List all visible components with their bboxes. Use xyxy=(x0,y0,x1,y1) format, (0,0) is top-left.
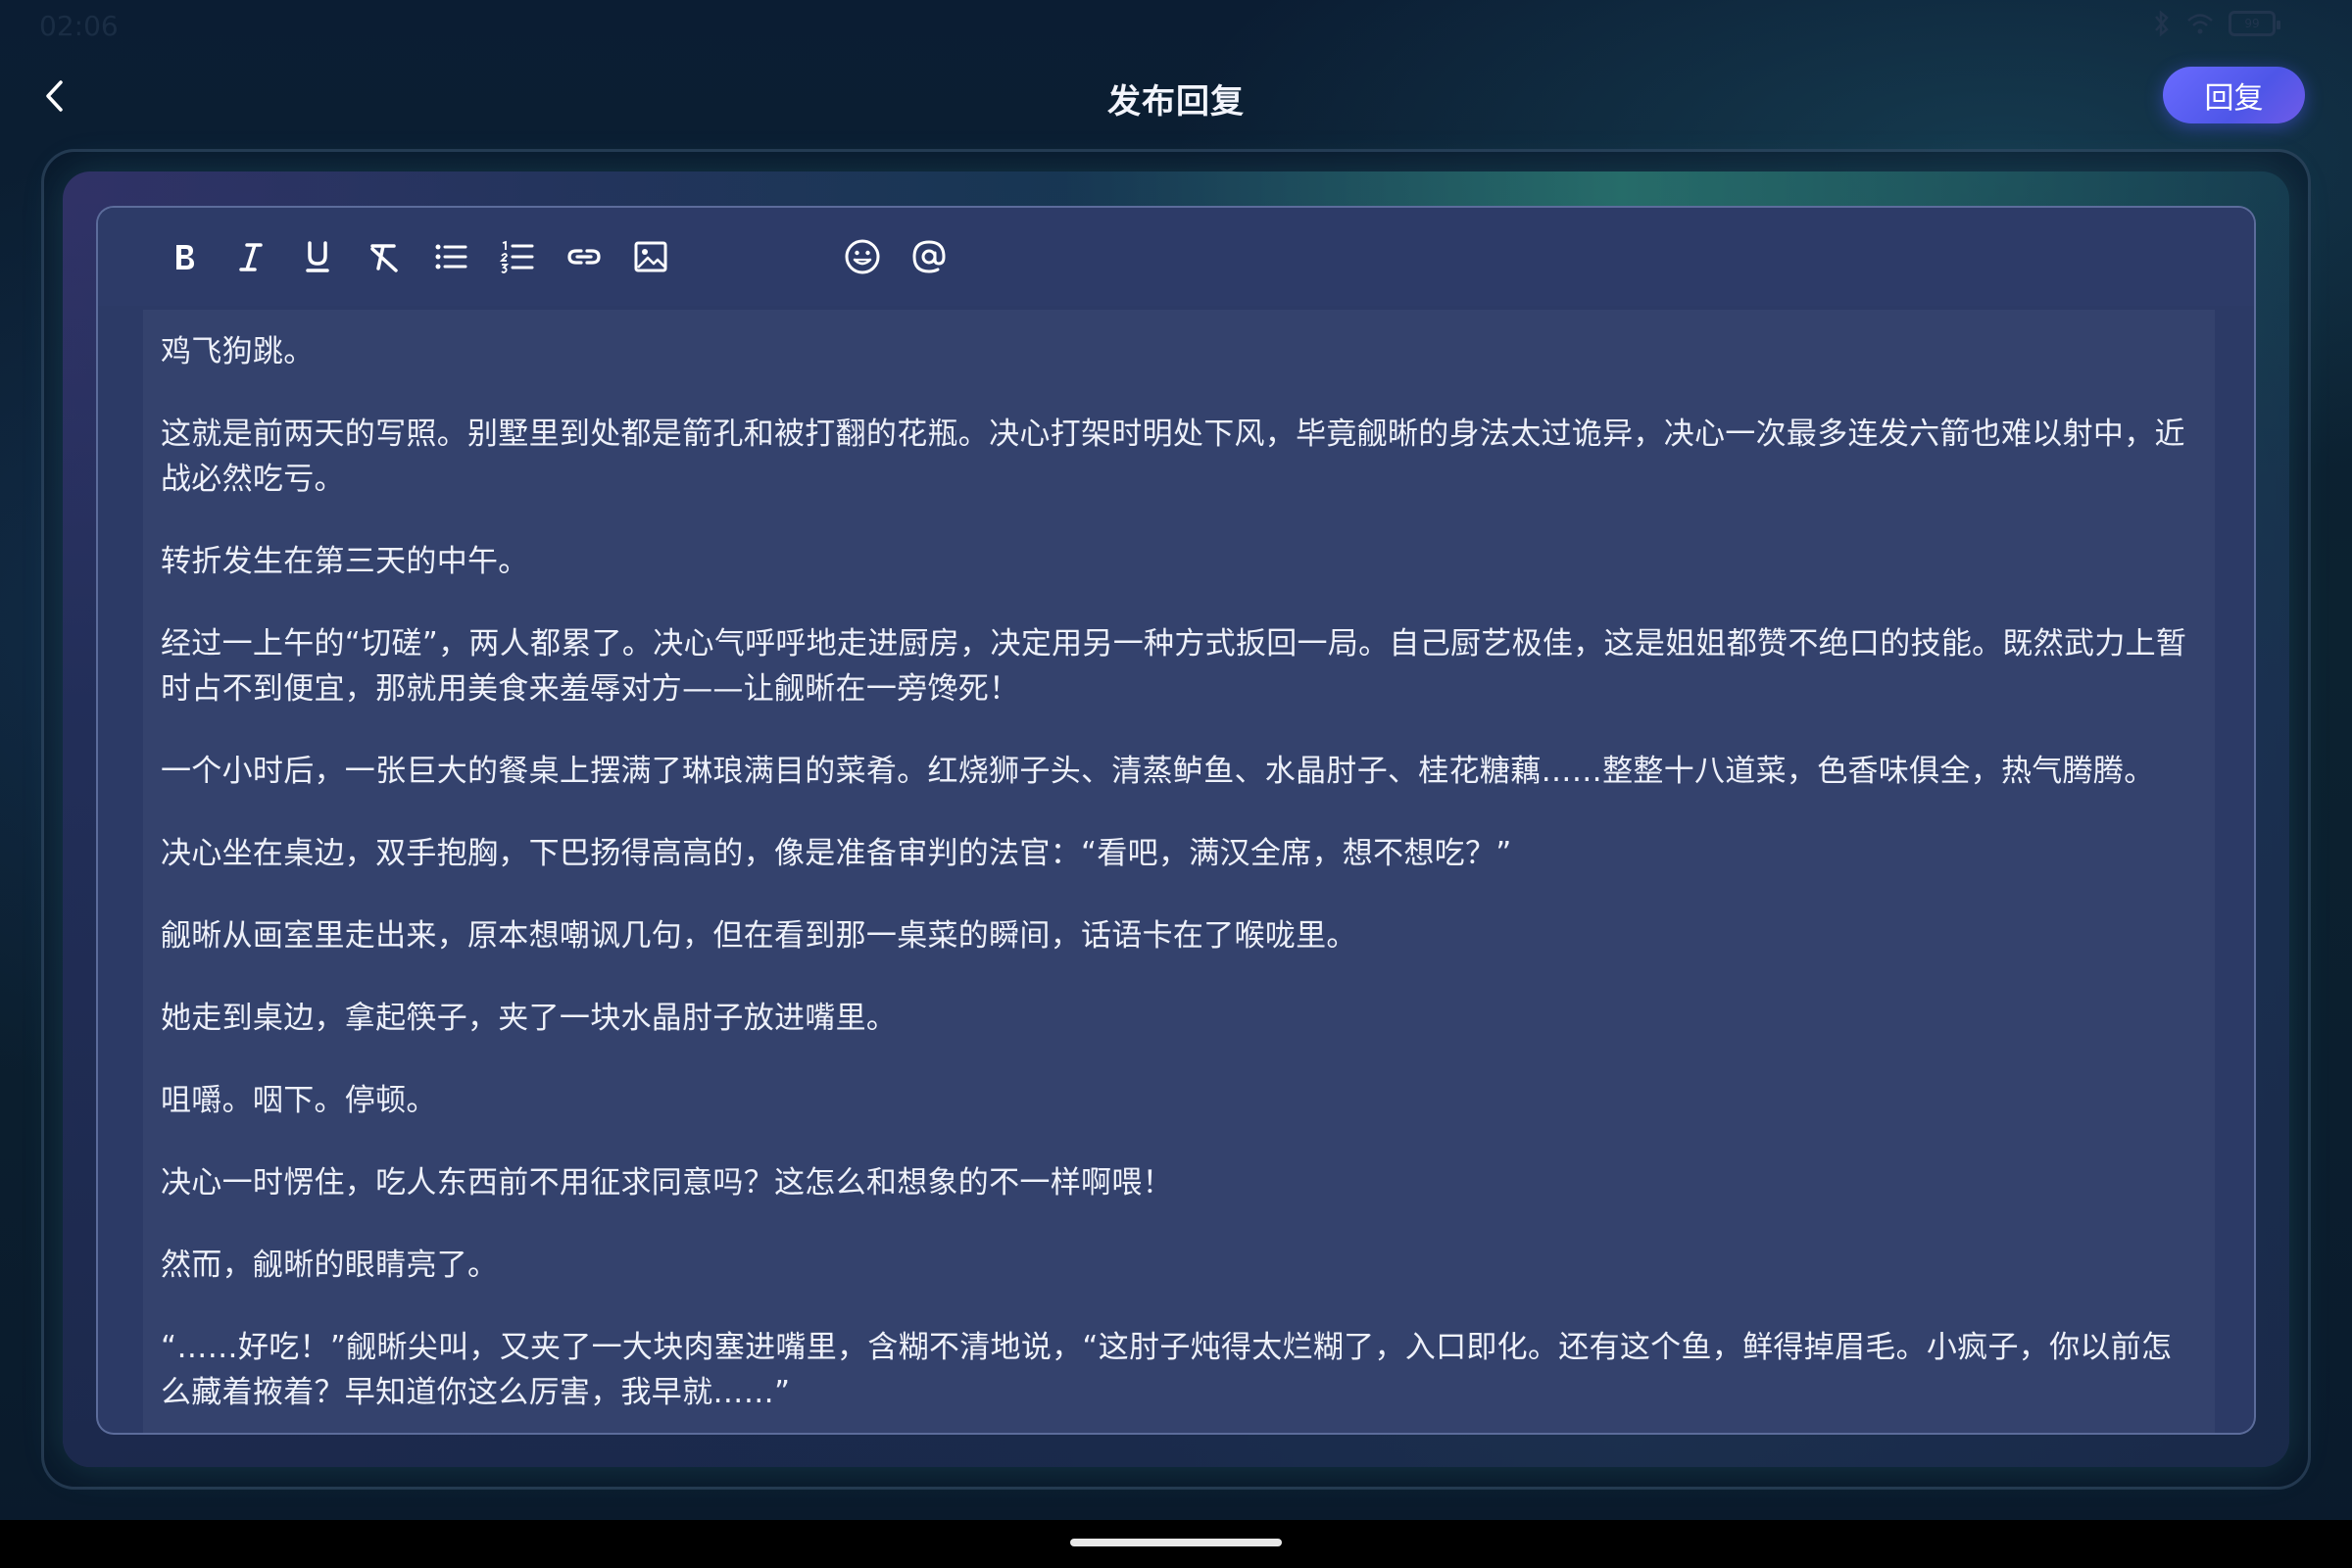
ordered-list-icon xyxy=(499,240,534,273)
status-time: 02:06 xyxy=(39,10,119,42)
bold-button[interactable] xyxy=(161,233,208,280)
content-paragraph: 鸡飞狗跳。 xyxy=(161,334,315,369)
battery-icon: 99 xyxy=(2229,11,2280,36)
editor-content[interactable]: 鸡飞狗跳。 这就是前两天的写照。别墅里到处都是箭孔和被打翻的花瓶。决心打架时明处… xyxy=(143,310,2215,1433)
reply-button[interactable]: 回复 xyxy=(2163,67,2305,123)
underline-button[interactable] xyxy=(294,233,341,280)
status-icons: 99 xyxy=(2152,10,2280,37)
image-button[interactable] xyxy=(627,233,674,280)
mention-button[interactable] xyxy=(906,233,953,280)
status-bar: 02:06 99 xyxy=(0,0,2352,49)
underline-icon xyxy=(306,241,329,272)
content-paragraph: 转折发生在第三天的中午。 xyxy=(161,544,529,579)
clear-format-icon xyxy=(370,244,398,272)
italic-button[interactable] xyxy=(227,233,274,280)
content-paragraph: 决心一时愣住，吃人东西前不用征求同意吗？这怎么和想象的不一样啊喂！ xyxy=(161,1165,1173,1200)
emoji-button[interactable] xyxy=(839,233,886,280)
emoji-icon xyxy=(845,239,880,274)
mention-icon xyxy=(912,240,946,273)
content-paragraph: 决心坐在桌边，双手抱胸，下巴扬得高高的，像是准备审判的法官：“看吧，满汉全席，想… xyxy=(161,836,1512,871)
content-paragraph: 觎晰从画室里走出来，原本想嘲讽几句，但在看到那一桌菜的瞬间，话语卡在了喉咙里。 xyxy=(161,918,1357,954)
content-paragraph: 一个小时后，一张巨大的餐桌上摆满了琳琅满目的菜肴。红烧狮子头、清蒸鲈鱼、水晶肘子… xyxy=(161,754,2155,789)
bullet-list-button[interactable] xyxy=(427,233,474,280)
clear-format-button[interactable] xyxy=(361,233,408,280)
bullet-list-icon xyxy=(435,244,467,270)
link-button[interactable] xyxy=(561,233,608,280)
editor-toolbar xyxy=(98,208,2254,306)
rich-text-editor: 鸡飞狗跳。 这就是前两天的写照。别墅里到处都是箭孔和被打翻的花瓶。决心打架时明处… xyxy=(96,206,2256,1435)
content-paragraph: 然而，觎晰的眼睛亮了。 xyxy=(161,1248,499,1283)
content-paragraph: 她走到桌边，拿起筷子，夹了一块水晶肘子放进嘴里。 xyxy=(161,1001,898,1036)
header: 发布回复 回复 xyxy=(0,59,2352,137)
bold-icon xyxy=(176,245,194,270)
ordered-list-button[interactable] xyxy=(494,233,541,280)
link-icon xyxy=(567,249,601,265)
home-indicator[interactable] xyxy=(1070,1539,1282,1546)
image-icon xyxy=(634,241,667,272)
bluetooth-icon xyxy=(2155,10,2169,37)
italic-icon xyxy=(239,243,263,271)
content-paragraph: 咀嚼。咽下。停顿。 xyxy=(161,1083,437,1118)
battery-level: 99 xyxy=(2244,17,2260,30)
content-paragraph: 经过一上午的“切磋”，两人都累了。决心气呼呼地走进厨房，决定用另一种方式扳回一局… xyxy=(161,626,2187,707)
page-title: 发布回复 xyxy=(1107,82,1245,122)
content-paragraph: “……好吃！”觎晰尖叫，又夹了一大块肉塞进嘴里，含糊不清地说，“这肘子炖得太烂糊… xyxy=(161,1330,2173,1410)
content-paragraph: 这就是前两天的写照。别墅里到处都是箭孔和被打翻的花瓶。决心打架时明处下风，毕竟觎… xyxy=(161,416,2185,497)
wifi-icon xyxy=(2187,14,2213,34)
